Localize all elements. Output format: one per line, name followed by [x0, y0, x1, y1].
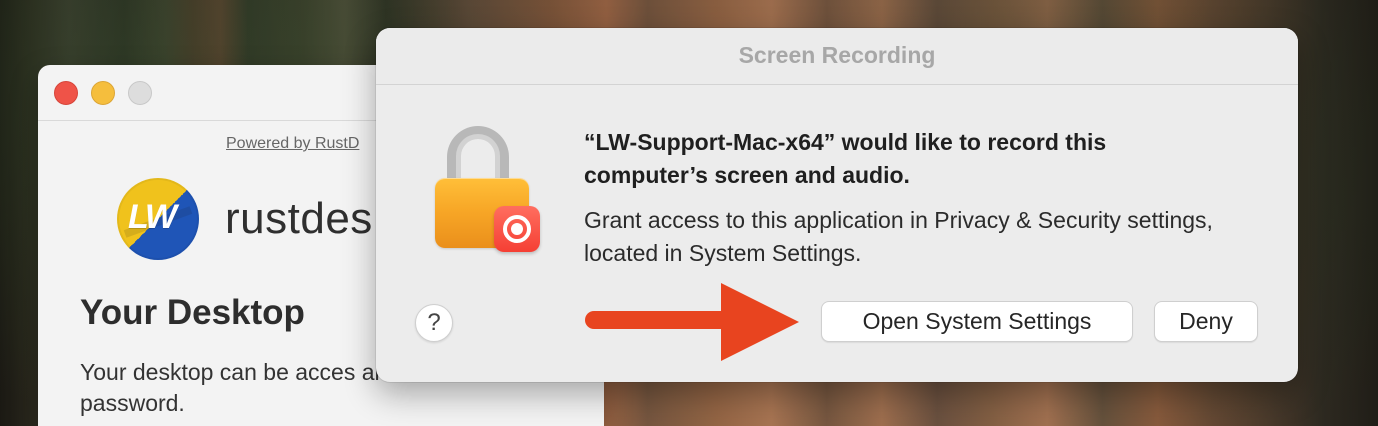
arrow-head	[721, 283, 799, 361]
window-controls	[54, 81, 152, 105]
powered-by-link[interactable]: Powered by RustD	[226, 135, 359, 153]
lw-logo: LW	[117, 178, 199, 260]
right-arrow-icon	[585, 311, 735, 329]
brand-row: LW rustdes	[117, 178, 373, 260]
minimize-window-button[interactable]	[91, 81, 115, 105]
desktop-description: Your desktop can be acces and password.	[80, 359, 401, 416]
lock-shackle-highlight	[456, 134, 500, 178]
dialog-header: Screen Recording	[376, 28, 1298, 85]
rustdesk-brand-text: rustdes	[225, 194, 373, 243]
help-button[interactable]: ?	[415, 304, 453, 342]
permission-details: Grant access to this application in Priv…	[584, 207, 1213, 266]
dialog-title: Screen Recording	[738, 42, 936, 68]
deny-button[interactable]: Deny	[1154, 301, 1258, 342]
close-window-button[interactable]	[54, 81, 78, 105]
lw-logo-text: LW	[128, 198, 177, 236]
open-system-settings-button[interactable]: Open System Settings	[821, 301, 1133, 342]
permission-prompt: “LW-Support-Mac-x64” would like to recor…	[584, 129, 1107, 188]
zoom-window-button[interactable]	[128, 81, 152, 105]
your-desktop-title: Your Desktop	[80, 293, 305, 332]
lock-record-illustration	[432, 126, 544, 256]
screen-recording-dialog: Screen Recording “LW-Support-Mac-x64” wo…	[376, 28, 1298, 382]
record-icon	[494, 206, 540, 252]
